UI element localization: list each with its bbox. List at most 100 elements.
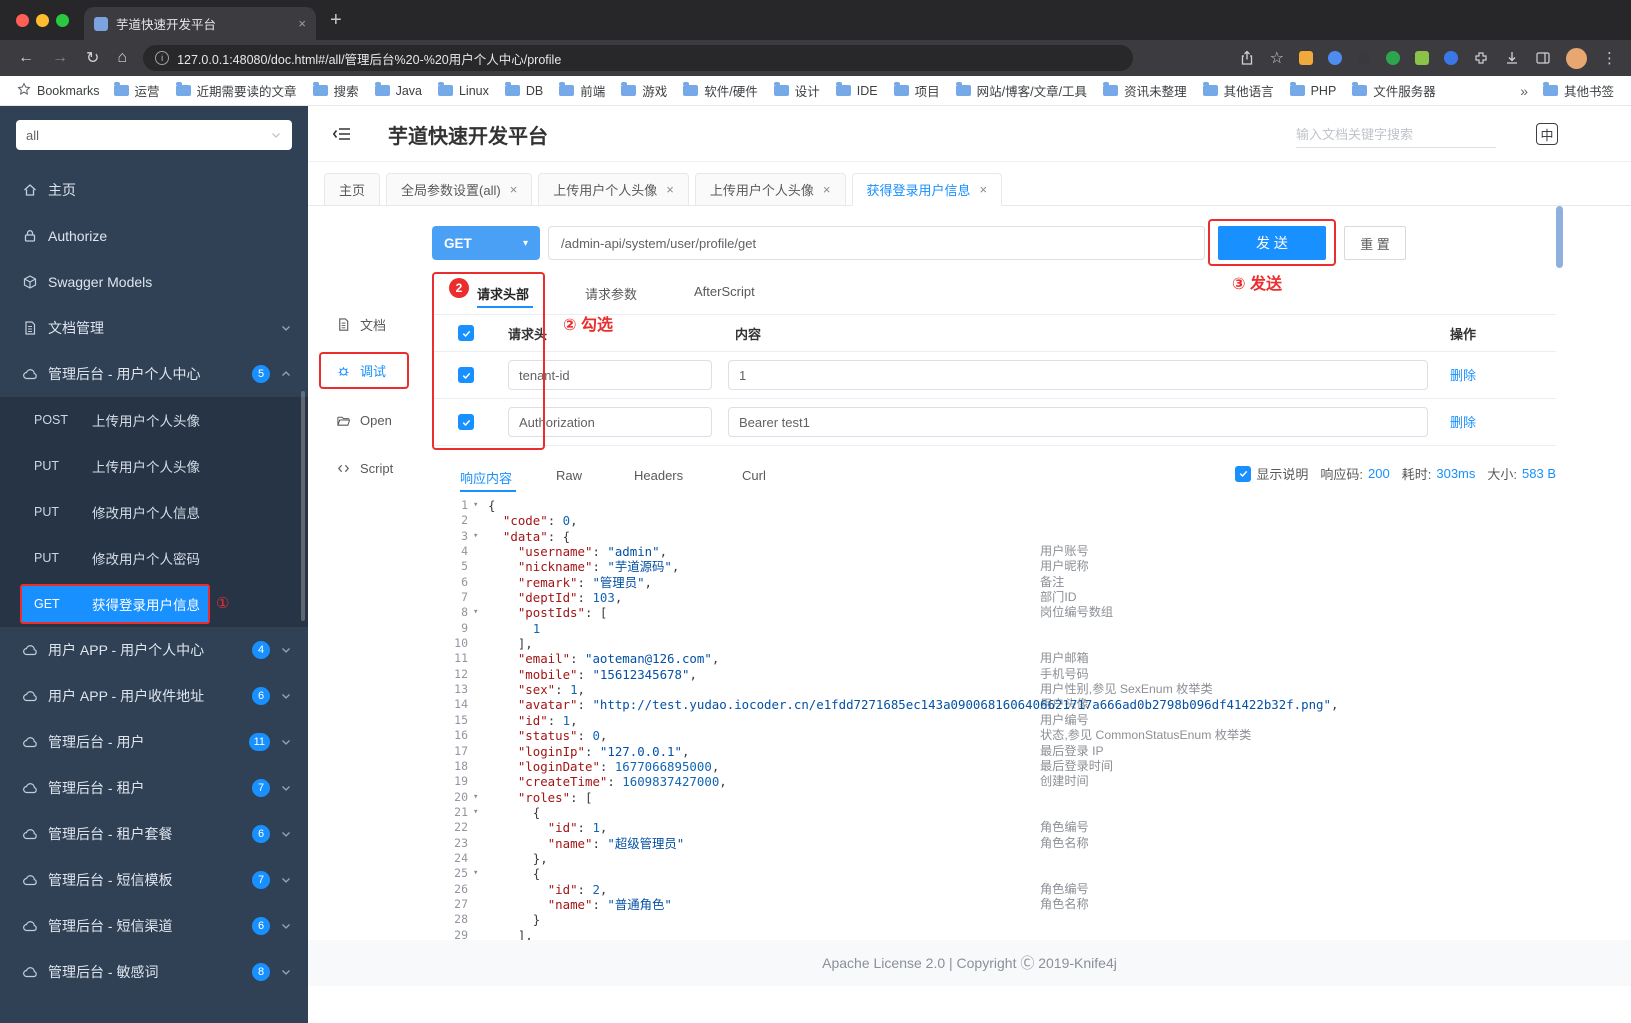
show-description-checkbox[interactable] [1235, 465, 1252, 482]
endpoint-item-put[interactable]: PUT 上传用户个人头像 [0, 443, 308, 489]
bookmark-folder[interactable]: 运营 [107, 78, 167, 103]
share-icon[interactable] [1239, 50, 1255, 66]
sidebar-item[interactable]: Swagger Models [0, 259, 308, 305]
tab-response-body[interactable]: 响应内容 [460, 468, 512, 487]
download-icon[interactable] [1504, 50, 1520, 66]
sidebar-group[interactable]: 管理后台 - 用户 11 [0, 719, 308, 765]
new-tab-button[interactable]: + [330, 9, 342, 31]
fold-icon[interactable]: ▾ [473, 498, 478, 513]
bookmark-folder[interactable]: Linux [431, 81, 496, 101]
collapse-sidebar-icon[interactable] [332, 124, 352, 149]
rail-tab-Script[interactable]: Script [336, 456, 393, 480]
bookmark-folder[interactable]: DB [498, 81, 550, 101]
tab-request-params[interactable]: 请求参数 [585, 284, 637, 303]
fold-icon[interactable]: ▾ [473, 529, 478, 544]
bookmark-star-icon[interactable]: ☆ [1270, 48, 1284, 68]
doc-tab[interactable]: 上传用户个人头像 × [538, 173, 689, 206]
sidebar-item[interactable]: 主页 [0, 167, 308, 213]
endpoint-item-put[interactable]: PUT 修改用户个人密码 [0, 535, 308, 581]
bookmarks-manager-item[interactable]: Bookmarks [10, 79, 107, 102]
doc-tab[interactable]: 获得登录用户信息 × [851, 173, 1003, 206]
home-icon[interactable]: ⌂ [117, 49, 127, 67]
browser-tab[interactable]: 芋道快速开发平台 × [84, 7, 316, 40]
bookmark-folder[interactable]: PHP [1283, 81, 1344, 101]
tab-curl[interactable]: Curl [742, 468, 766, 483]
bookmarks-overflow-chevron[interactable]: » [1512, 83, 1536, 99]
close-tab-icon[interactable]: × [298, 16, 306, 31]
header-value-input[interactable] [728, 407, 1428, 437]
fold-icon[interactable]: ▾ [473, 805, 478, 820]
extension-icon[interactable] [1386, 51, 1400, 65]
forward-icon[interactable]: → [52, 49, 68, 67]
close-tab-icon[interactable]: × [666, 182, 674, 197]
response-code-editor[interactable]: 1 ▾{2 "code": 0, 3 ▾ "data": {4 "username":… [432, 494, 1556, 940]
close-tab-icon[interactable]: × [823, 182, 831, 197]
fold-icon[interactable]: ▾ [473, 790, 478, 805]
extensions-puzzle-icon[interactable] [1473, 50, 1489, 66]
delete-row-link[interactable]: 删除 [1450, 415, 1476, 430]
minimize-window-button[interactable] [36, 14, 49, 27]
bookmark-folder[interactable]: 搜索 [306, 78, 366, 103]
http-method-select[interactable]: GET ▾ [432, 226, 540, 260]
bookmark-folder[interactable]: 设计 [767, 78, 827, 103]
sidebar-group[interactable]: 用户 APP - 用户个人中心 4 [0, 627, 308, 673]
sidebar-group[interactable]: 管理后台 - 短信渠道 6 [0, 903, 308, 949]
sidebar-item[interactable]: 文档管理 [0, 305, 308, 351]
bookmark-folder[interactable]: 其他语言 [1196, 78, 1281, 103]
rail-tab-文档[interactable]: 文档 [336, 312, 386, 336]
rail-tab-调试[interactable]: 调试 [336, 358, 386, 382]
reset-button[interactable]: 重 置 [1344, 226, 1406, 260]
sidebar-scrollbar[interactable] [301, 391, 305, 621]
doc-tab[interactable]: 全局参数设置(all) × [386, 173, 533, 206]
request-url-input[interactable]: /admin-api/system/user/profile/get [548, 226, 1205, 260]
bookmark-folder[interactable]: 项目 [887, 78, 947, 103]
endpoint-item-get[interactable]: ① GET 获得登录用户信息 [0, 581, 308, 627]
endpoint-item-post[interactable]: POST 上传用户个人头像 [0, 397, 308, 443]
extension-icon[interactable] [1299, 51, 1313, 65]
sidebar-group[interactable]: 管理后台 - 敏感词 8 [0, 949, 308, 995]
reload-icon[interactable]: ↻ [86, 48, 99, 68]
bookmark-folder[interactable]: 资讯未整理 [1096, 78, 1194, 103]
close-window-button[interactable] [16, 14, 29, 27]
extension-icon[interactable] [1357, 51, 1371, 65]
back-icon[interactable]: ← [18, 49, 34, 67]
doc-tab[interactable]: 上传用户个人头像 × [694, 173, 846, 206]
bookmark-folder[interactable]: 游戏 [614, 78, 674, 103]
sidebar-group[interactable]: 管理后台 - 租户 7 [0, 765, 308, 811]
rail-tab-Open[interactable]: Open [336, 408, 392, 432]
group-filter-select[interactable]: all [16, 120, 292, 150]
send-button[interactable]: 发 送 [1218, 226, 1326, 260]
maximize-window-button[interactable] [56, 14, 69, 27]
sidebar-item[interactable]: Authorize [0, 213, 308, 259]
page-scrollbar-thumb[interactable] [1556, 206, 1563, 268]
bookmark-folder[interactable]: 前端 [552, 78, 612, 103]
bookmark-folder[interactable]: 文件服务器 [1345, 78, 1443, 103]
header-value-input[interactable] [728, 360, 1428, 390]
sidebar-item[interactable]: 管理后台 - 用户个人中心 5 [0, 351, 308, 397]
address-bar[interactable]: i 127.0.0.1:48080/doc.html#/all/管理后台%20-… [143, 45, 1134, 71]
other-bookmarks-folder[interactable]: 其他书签 [1536, 78, 1621, 103]
menu-dots-icon[interactable]: ⋮ [1602, 49, 1617, 67]
profile-avatar[interactable] [1566, 47, 1587, 69]
sidebar-group[interactable]: 管理后台 - 租户套餐 6 [0, 811, 308, 857]
extension-icon[interactable] [1328, 51, 1342, 65]
fold-icon[interactable]: ▾ [473, 866, 478, 881]
bookmark-folder[interactable]: Java [368, 81, 429, 101]
sidebar-group[interactable]: 用户 APP - 用户收件地址 6 [0, 673, 308, 719]
sidebar-group[interactable]: 管理后台 - 短信模板 7 [0, 857, 308, 903]
close-tab-icon[interactable]: × [980, 182, 988, 197]
close-tab-icon[interactable]: × [510, 182, 518, 197]
bookmark-folder[interactable]: IDE [829, 81, 885, 101]
delete-row-link[interactable]: 删除 [1450, 368, 1476, 383]
doc-tab[interactable]: 主页 [324, 173, 381, 206]
bookmark-folder[interactable]: 软件/硬件 [676, 78, 764, 103]
bookmark-folder[interactable]: 网站/博客/文章/工具 [949, 78, 1094, 103]
tab-headers[interactable]: Headers [634, 468, 683, 483]
language-toggle[interactable]: 中 [1536, 123, 1558, 145]
extension-icon[interactable] [1415, 51, 1429, 65]
fold-icon[interactable]: ▾ [473, 605, 478, 620]
side-panel-icon[interactable] [1535, 50, 1551, 66]
tab-afterscript[interactable]: AfterScript [694, 284, 755, 299]
site-info-icon[interactable]: i [155, 51, 170, 65]
doc-search-input[interactable] [1296, 122, 1496, 148]
